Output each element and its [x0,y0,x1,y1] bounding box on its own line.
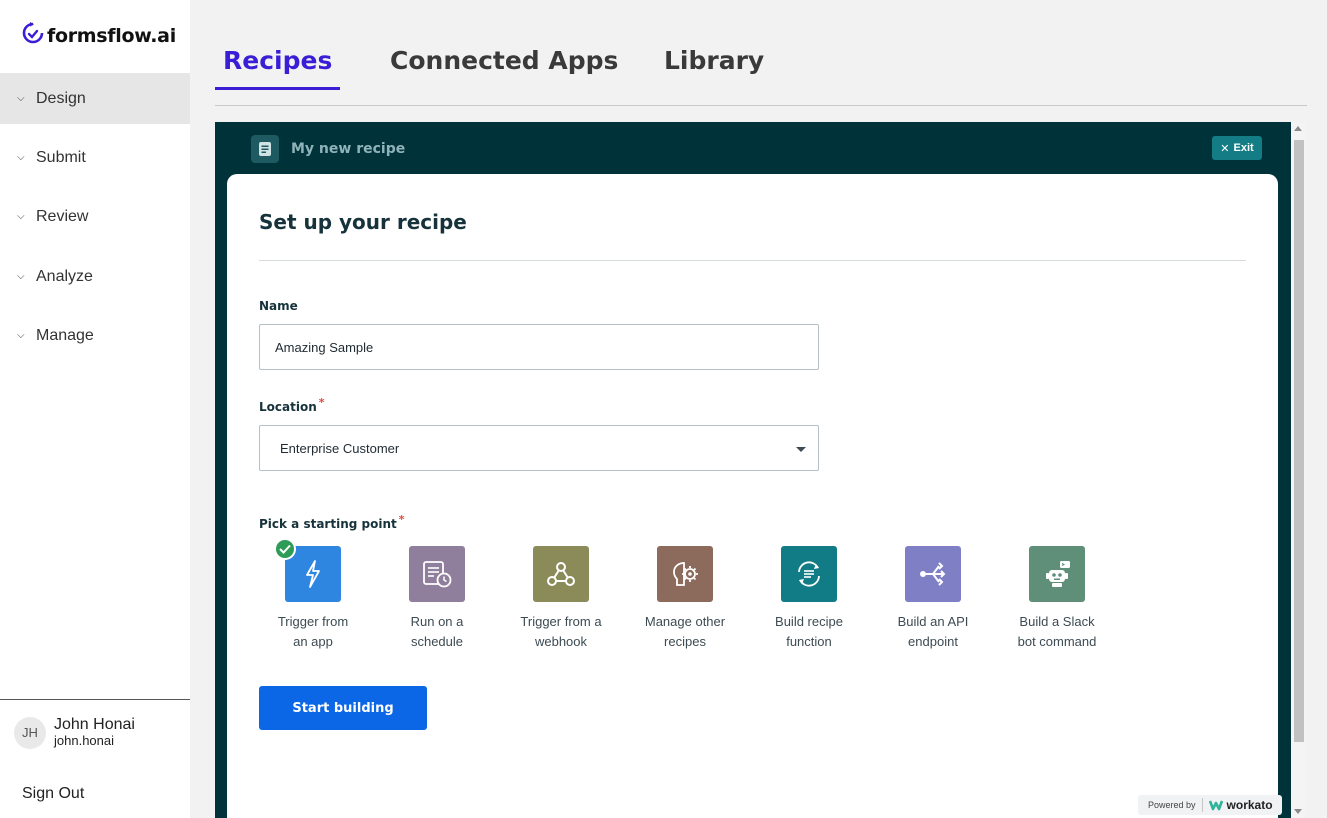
sidebar-item-review[interactable]: ⌵ Review [0,191,190,242]
sidebar-item-label: Analyze [36,267,93,285]
card-divider [259,260,1246,261]
bot-icon [1029,546,1085,602]
sidebar-item-label: Review [36,207,89,225]
chevron-down-icon: ⌵ [17,271,25,282]
location-select-value: Enterprise Customer [280,440,400,456]
tab-connected-apps[interactable]: Connected Apps [390,46,618,90]
location-select[interactable]: Enterprise Customer [259,425,819,471]
sidebar: formsflow.ai ⌵ Design ⌵ Submit ⌵ Review … [0,0,190,818]
brand-name: formsflow.ai [47,25,176,47]
sidebar-item-analyze[interactable]: ⌵ Analyze [0,251,190,302]
avatar: JH [14,716,46,749]
formsflow-logo-icon [22,21,44,52]
starter-label: Build recipe function [775,614,843,649]
scrollbar-thumb[interactable] [1294,140,1304,742]
chevron-down-icon: ⌵ [17,211,25,222]
starter-label: Build an API endpoint [897,614,969,649]
name-input-value: Amazing Sample [275,339,374,355]
workato-brand-name: workato [1226,798,1273,812]
schedule-icon [409,546,465,602]
recipe-document-icon [251,135,279,163]
name-label: Name [259,299,298,313]
tab-recipes[interactable]: Recipes [215,46,341,90]
starter-build-recipe-function[interactable]: Build recipe function [747,546,871,652]
webhook-icon [533,546,589,602]
user-username: john.honai [54,733,114,749]
starting-point-options: Trigger from an app Run on a schedule Tr… [251,538,1119,652]
starter-manage-other-recipes[interactable]: Manage other recipes [623,546,747,652]
scroll-up-arrow-icon[interactable] [1294,126,1302,131]
sidebar-divider [0,699,190,700]
sidebar-item-design[interactable]: ⌵ Design [0,73,190,124]
workato-logo-icon [1208,800,1223,811]
starter-label: Trigger from an app [277,614,349,649]
user-profile[interactable]: JH John Honai john.honai [14,716,135,749]
sidebar-item-manage[interactable]: ⌵ Manage [0,310,190,361]
required-mark: * [318,396,325,409]
sidebar-item-label: Submit [36,148,86,166]
brain-gear-icon [657,546,713,602]
powered-by-prefix: Powered by [1148,800,1196,810]
starter-build-api-endpoint[interactable]: Build an API endpoint [871,546,995,652]
starter-build-slack-bot-command[interactable]: Build a Slack bot command [995,546,1119,652]
function-icon [781,546,837,602]
exit-button[interactable]: ✕ Exit [1212,136,1262,160]
setup-card: Set up your recipe Name Amazing Sample L… [227,174,1278,818]
sign-out-link[interactable]: Sign Out [22,785,84,803]
start-building-button[interactable]: Start building [259,686,427,730]
caret-down-icon [796,447,806,452]
close-icon: ✕ [1220,142,1230,155]
scroll-down-arrow-icon[interactable] [1294,809,1302,814]
starter-label: Manage other recipes [644,614,726,649]
starter-label: Run on a schedule [410,614,464,649]
powered-by-badge[interactable]: Powered by workato [1138,795,1282,815]
api-endpoint-icon [905,546,961,602]
chevron-down-icon: ⌵ [17,152,25,163]
brand-logo[interactable]: formsflow.ai [22,21,176,52]
sidebar-item-submit[interactable]: ⌵ Submit [0,132,190,183]
starting-point-label: Pick a starting point [259,517,397,531]
name-input[interactable]: Amazing Sample [259,324,819,370]
card-title: Set up your recipe [259,210,467,234]
selected-check-icon [274,538,296,560]
main-tabs: Recipes Connected Apps Library [215,44,1307,106]
starter-run-on-schedule[interactable]: Run on a schedule [375,546,499,652]
exit-label: Exit [1233,142,1254,154]
badge-divider [1201,798,1203,812]
frame-scrollbar[interactable] [1291,122,1305,818]
chevron-down-icon: ⌵ [17,330,25,341]
starter-trigger-from-app[interactable]: Trigger from an app [251,538,375,652]
recipe-frame: My new recipe ✕ Exit Set up your recipe … [215,122,1291,818]
starter-label: Build a Slack bot command [1017,614,1097,649]
starting-point-label-row: Pick a starting point * [259,513,405,531]
sidebar-item-label: Manage [36,326,94,344]
required-mark: * [398,513,405,526]
tab-library[interactable]: Library [664,46,764,90]
recipe-header: My new recipe [251,135,405,163]
chevron-down-icon: ⌵ [17,93,25,104]
user-name: John Honai [54,716,135,733]
starter-trigger-from-webhook[interactable]: Trigger from a webhook [499,546,623,652]
starter-label: Trigger from a webhook [520,614,602,649]
location-label: Location [259,400,317,414]
recipe-title[interactable]: My new recipe [291,141,405,157]
workato-brand: workato [1208,798,1273,812]
sidebar-item-label: Design [36,89,86,107]
location-label-row: Location * [259,396,325,414]
